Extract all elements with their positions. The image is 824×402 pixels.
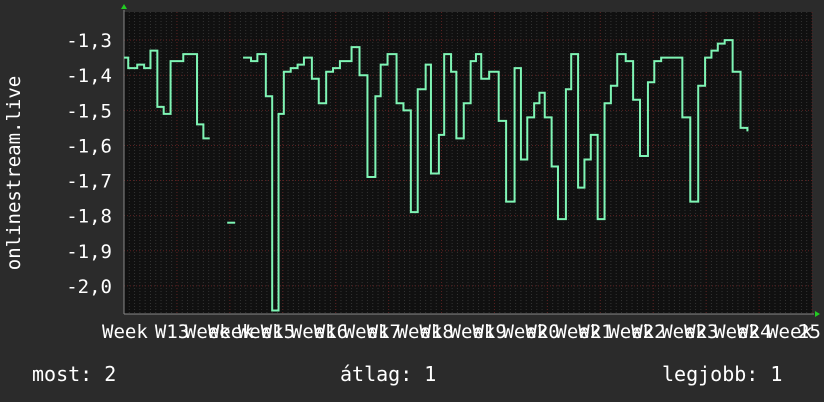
x-tick-label: Week	[238, 321, 284, 343]
x-tick-label: Week	[102, 321, 148, 343]
x-tick-label: Week	[555, 321, 601, 343]
y-tick-label: -1,3	[66, 30, 112, 52]
x-tick-label: Week	[767, 321, 813, 343]
x-tick-label: Week	[344, 321, 390, 343]
x-tick-label: Week	[502, 321, 548, 343]
y-axis-arrow	[121, 4, 127, 9]
y-tick-label: -1,5	[66, 100, 112, 122]
x-tick-label: Week	[291, 321, 337, 343]
y-axis-title: onlinestream.live	[3, 76, 25, 270]
x-tick-label: Week	[661, 321, 707, 343]
chart: -1,3-1,4-1,5-1,6-1,7-1,8-1,9-2,0Week W13 W…	[3, 4, 821, 343]
stat-current: most: 2	[32, 362, 117, 386]
y-tick-label: -1,7	[66, 171, 112, 193]
x-tick-label: Week	[185, 321, 231, 343]
y-tick-label: -1,4	[66, 65, 112, 87]
y-tick-label: -1,6	[66, 135, 112, 157]
x-tick-label: Week	[608, 321, 654, 343]
stat-average: átlag: 1	[340, 362, 437, 386]
x-tick-label: Week	[450, 321, 496, 343]
stat-best: legjobb: 1	[662, 362, 783, 386]
y-tick-label: -2,0	[66, 276, 112, 298]
x-axis-arrow	[815, 311, 820, 317]
y-tick-label: -1,9	[66, 241, 112, 263]
x-tick-label: Week	[397, 321, 443, 343]
y-tick-label: -1,8	[66, 206, 112, 228]
x-tick-label: Week	[714, 321, 760, 343]
